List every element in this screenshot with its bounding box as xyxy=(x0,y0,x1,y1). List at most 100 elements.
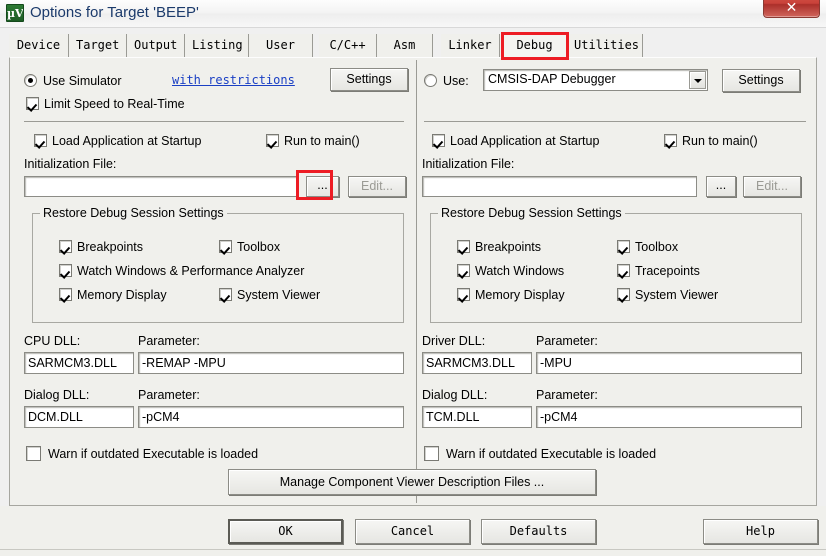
simulator-separator xyxy=(24,121,404,122)
system-viewer-label-left: System Viewer xyxy=(237,288,321,302)
keil-uvision-icon: µVs xyxy=(6,4,24,22)
restore-debug-session-title-right: Restore Debug Session Settings xyxy=(438,206,625,220)
cpu-dll-input[interactable]: SARMCM3.DLL xyxy=(24,352,134,374)
tab-output[interactable]: Output xyxy=(127,34,185,57)
system-viewer-checkbox-right[interactable] xyxy=(617,288,630,301)
tab-target[interactable]: Target xyxy=(69,34,127,57)
dialog-dll-label-left: Dialog DLL: xyxy=(24,388,90,402)
run-to-main-label-left: Run to main() xyxy=(284,134,360,148)
edit-init-file-button-left[interactable]: Edit... xyxy=(348,176,406,197)
driver-parameter-label: Parameter: xyxy=(536,334,598,348)
debugger-select-value: CMSIS-DAP Debugger xyxy=(488,72,616,86)
limit-speed-label: Limit Speed to Real-Time xyxy=(44,97,185,111)
debugger-separator xyxy=(424,121,806,122)
help-button[interactable]: Help xyxy=(703,519,818,544)
system-viewer-label-right: System Viewer xyxy=(635,288,719,302)
restore-debug-session-group-left: Restore Debug Session Settings Breakpoin… xyxy=(32,206,404,323)
breakpoints-checkbox-right[interactable] xyxy=(457,240,470,253)
edit-init-file-button-right[interactable]: Edit... xyxy=(743,176,801,197)
chevron-down-icon[interactable] xyxy=(689,71,706,89)
run-to-main-checkbox-right[interactable] xyxy=(664,134,677,147)
memory-display-checkbox-right[interactable] xyxy=(457,288,470,301)
dialog-dll-input-left[interactable]: DCM.DLL xyxy=(24,406,134,428)
simulator-settings-button[interactable]: Settings xyxy=(330,68,408,91)
memory-display-label-left: Memory Display xyxy=(77,288,167,302)
initialization-file-input-right[interactable] xyxy=(422,176,697,197)
load-app-startup-label-left: Load Application at Startup xyxy=(52,134,202,148)
driver-dll-label: Driver DLL: xyxy=(422,334,486,348)
tab-c-cpp[interactable]: C/C++ xyxy=(319,34,377,57)
warn-outdated-checkbox-left[interactable] xyxy=(26,446,41,461)
toolbox-checkbox-right[interactable] xyxy=(617,240,630,253)
restore-debug-session-group-right: Restore Debug Session Settings Breakpoin… xyxy=(430,206,802,323)
dialog-parameter-input-left[interactable]: -pCM4 xyxy=(138,406,404,428)
browse-init-file-button-left[interactable]: ... xyxy=(306,176,339,197)
tab-utilities[interactable]: Utilities xyxy=(567,34,643,57)
toolbox-label-right: Toolbox xyxy=(635,240,679,254)
driver-dll-input[interactable]: SARMCM3.DLL xyxy=(422,352,532,374)
warn-outdated-label-left: Warn if outdated Executable is loaded xyxy=(48,447,259,461)
manage-component-viewer-button[interactable]: Manage Component Viewer Description File… xyxy=(228,469,596,495)
load-app-startup-checkbox-left[interactable] xyxy=(34,134,47,147)
use-simulator-radio[interactable] xyxy=(24,74,37,87)
initialization-file-input-left[interactable] xyxy=(24,176,299,197)
tracepoints-label-right: Tracepoints xyxy=(635,264,700,278)
toolbox-checkbox-left[interactable] xyxy=(219,240,232,253)
initialization-file-label-left: Initialization File: xyxy=(24,157,117,171)
dialog-dll-input-right[interactable]: TCM.DLL xyxy=(422,406,532,428)
breakpoints-checkbox-left[interactable] xyxy=(59,240,72,253)
cancel-button[interactable]: Cancel xyxy=(355,519,470,544)
load-app-startup-label-right: Load Application at Startup xyxy=(450,134,600,148)
title-bar: µVs Options for Target 'BEEP' ✕ xyxy=(0,0,826,28)
breakpoints-label-right: Breakpoints xyxy=(475,240,542,254)
debugger-select[interactable]: CMSIS-DAP Debugger xyxy=(483,69,708,91)
limit-speed-checkbox[interactable] xyxy=(26,97,39,110)
driver-parameter-input[interactable]: -MPU xyxy=(536,352,802,374)
browse-init-file-button-right[interactable]: ... xyxy=(706,176,736,197)
use-simulator-label: Use Simulator xyxy=(43,74,122,88)
use-debugger-label: Use: xyxy=(443,74,469,88)
dialog-parameter-input-right[interactable]: -pCM4 xyxy=(536,406,802,428)
tab-strip: Device Target Output Listing User C/C++ … xyxy=(9,34,817,58)
footer-divider xyxy=(0,549,826,550)
window-title: Options for Target 'BEEP' xyxy=(30,4,199,21)
cpu-dll-label: CPU DLL: xyxy=(24,334,81,348)
initialization-file-label-right: Initialization File: xyxy=(422,157,515,171)
options-for-target-dialog: µVs Options for Target 'BEEP' ✕ Device T… xyxy=(0,0,826,556)
cpu-parameter-input[interactable]: -REMAP -MPU xyxy=(138,352,404,374)
ok-button[interactable]: OK xyxy=(228,519,343,544)
use-debugger-radio[interactable] xyxy=(424,74,437,87)
watch-windows-label-right: Watch Windows xyxy=(475,264,565,278)
load-app-startup-checkbox-right[interactable] xyxy=(432,134,445,147)
cpu-parameter-label: Parameter: xyxy=(138,334,200,348)
defaults-button[interactable]: Defaults xyxy=(481,519,596,544)
watch-windows-checkbox-right[interactable] xyxy=(457,264,470,277)
with-restrictions-link[interactable]: with restrictions xyxy=(172,73,295,87)
tab-linker[interactable]: Linker xyxy=(441,34,500,57)
warn-outdated-checkbox-right[interactable] xyxy=(424,446,439,461)
tab-device[interactable]: Device xyxy=(9,34,69,57)
tab-debug[interactable]: Debug xyxy=(503,34,567,57)
watch-windows-label-left: Watch Windows & Performance Analyzer xyxy=(77,264,305,278)
tab-listing[interactable]: Listing xyxy=(185,34,249,57)
restore-debug-session-title-left: Restore Debug Session Settings xyxy=(40,206,227,220)
tab-user[interactable]: User xyxy=(249,34,313,57)
dialog-parameter-label-left: Parameter: xyxy=(138,388,200,402)
toolbox-label-left: Toolbox xyxy=(237,240,281,254)
dialog-dll-label-right: Dialog DLL: xyxy=(422,388,488,402)
system-viewer-checkbox-left[interactable] xyxy=(219,288,232,301)
memory-display-checkbox-left[interactable] xyxy=(59,288,72,301)
debugger-settings-button[interactable]: Settings xyxy=(722,69,800,92)
tab-asm[interactable]: Asm xyxy=(377,34,433,57)
dialog-parameter-label-right: Parameter: xyxy=(536,388,598,402)
close-icon[interactable]: ✕ xyxy=(763,0,820,18)
run-to-main-label-right: Run to main() xyxy=(682,134,758,148)
run-to-main-checkbox-left[interactable] xyxy=(266,134,279,147)
memory-display-label-right: Memory Display xyxy=(475,288,565,302)
breakpoints-label-left: Breakpoints xyxy=(77,240,144,254)
debug-tab-page: Use Simulator with restrictions Settings… xyxy=(9,57,817,506)
warn-outdated-label-right: Warn if outdated Executable is loaded xyxy=(446,447,657,461)
tracepoints-checkbox-right[interactable] xyxy=(617,264,630,277)
panel-divider xyxy=(416,60,417,503)
watch-windows-checkbox-left[interactable] xyxy=(59,264,72,277)
